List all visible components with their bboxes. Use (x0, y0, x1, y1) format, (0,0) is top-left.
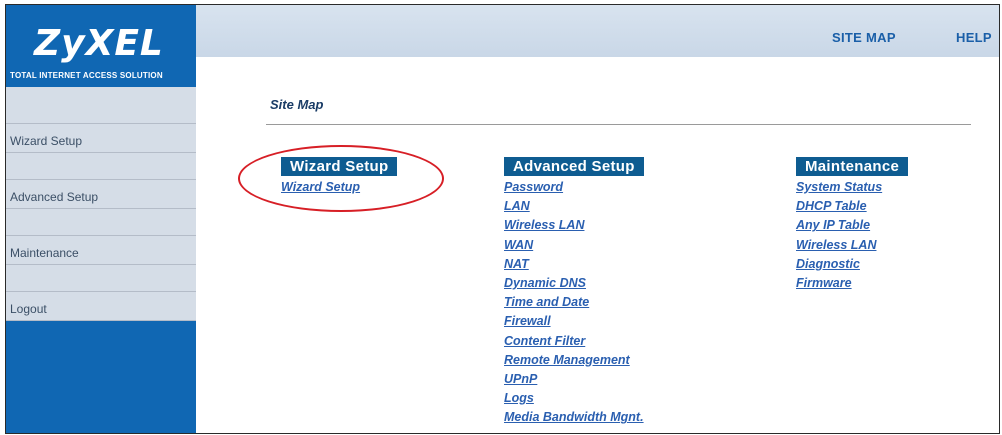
sidebar-item-maintenance[interactable]: Maintenance (6, 236, 196, 265)
sidebar-spacer (6, 153, 196, 180)
site-map-link-1-2[interactable]: Wireless LAN (504, 216, 644, 235)
site-map-link-2-2[interactable]: Any IP Table (796, 216, 908, 235)
link-list: Wizard Setup (281, 178, 397, 197)
site-map-link-0-0[interactable]: Wizard Setup (281, 178, 397, 197)
site-map-link-1-0[interactable]: Password (504, 178, 644, 197)
site-map-link-1-5[interactable]: Dynamic DNS (504, 274, 644, 293)
site-map-link-1-6[interactable]: Time and Date (504, 293, 644, 312)
logo-tagline: Total Internet Access Solution (10, 71, 163, 80)
site-map-link-1-8[interactable]: Content Filter (504, 332, 644, 351)
logo-wordmark: ZyXEL (34, 23, 164, 64)
sidebar-item-advanced-setup[interactable]: Advanced Setup (6, 180, 196, 209)
site-map-link-2-0[interactable]: System Status (796, 178, 908, 197)
column-heading: Maintenance (796, 157, 909, 176)
site-map-link-1-11[interactable]: Logs (504, 389, 644, 408)
help-link[interactable]: HELP (956, 30, 992, 45)
site-map-link[interactable]: SITE MAP (832, 30, 896, 45)
site-map-link-2-4[interactable]: Diagnostic (796, 255, 908, 274)
site-map-link-2-3[interactable]: Wireless LAN (796, 236, 908, 255)
column-maintenance: Maintenance System Status DHCP Table Any I… (796, 157, 909, 293)
site-map-link-2-5[interactable]: Firmware (796, 274, 908, 293)
app-window: ZyXEL Total Internet Access Solution Wiz… (5, 4, 1000, 434)
site-map-link-1-3[interactable]: WAN (504, 236, 644, 255)
sidebar: ZyXEL Total Internet Access Solution Wiz… (6, 5, 196, 433)
link-list: Password LAN Wireless LAN WAN NAT Dynamic DNS… (504, 178, 644, 428)
logo: ZyXEL Total Internet Access Solution (6, 5, 196, 87)
sidebar-spacer (6, 209, 196, 236)
column-wizard-setup: Wizard Setup Wizard Setup (281, 157, 398, 197)
sidebar-item-logout[interactable]: Logout (6, 292, 196, 321)
title-divider (266, 124, 971, 125)
column-heading: Wizard Setup (281, 157, 398, 176)
column-advanced-setup: Advanced Setup Password LAN Wireless LAN WA… (504, 157, 644, 428)
sidebar-item-wizard-setup[interactable]: Wizard Setup (6, 124, 196, 153)
sidebar-spacer (6, 87, 196, 124)
sidebar-menu: Wizard Setup Advanced Setup Maintenance … (6, 87, 196, 321)
site-map-link-1-7[interactable]: Firewall (504, 312, 644, 331)
page-title: Site Map (270, 97, 324, 112)
top-bar: SITE MAP HELP (196, 5, 999, 57)
sidebar-spacer (6, 265, 196, 292)
site-map-link-1-4[interactable]: NAT (504, 255, 644, 274)
column-heading: Advanced Setup (504, 157, 644, 176)
site-map-link-1-12[interactable]: Media Bandwidth Mgnt. (504, 408, 644, 427)
site-map-link-2-1[interactable]: DHCP Table (796, 197, 908, 216)
main-content: Site Map Wizard Setup Wizard Setup Advan… (196, 57, 999, 433)
site-map-link-1-10[interactable]: UPnP (504, 370, 644, 389)
link-list: System Status DHCP Table Any IP Table Wirel… (796, 178, 908, 293)
site-map-link-1-1[interactable]: LAN (504, 197, 644, 216)
site-map-link-1-9[interactable]: Remote Management (504, 351, 644, 370)
